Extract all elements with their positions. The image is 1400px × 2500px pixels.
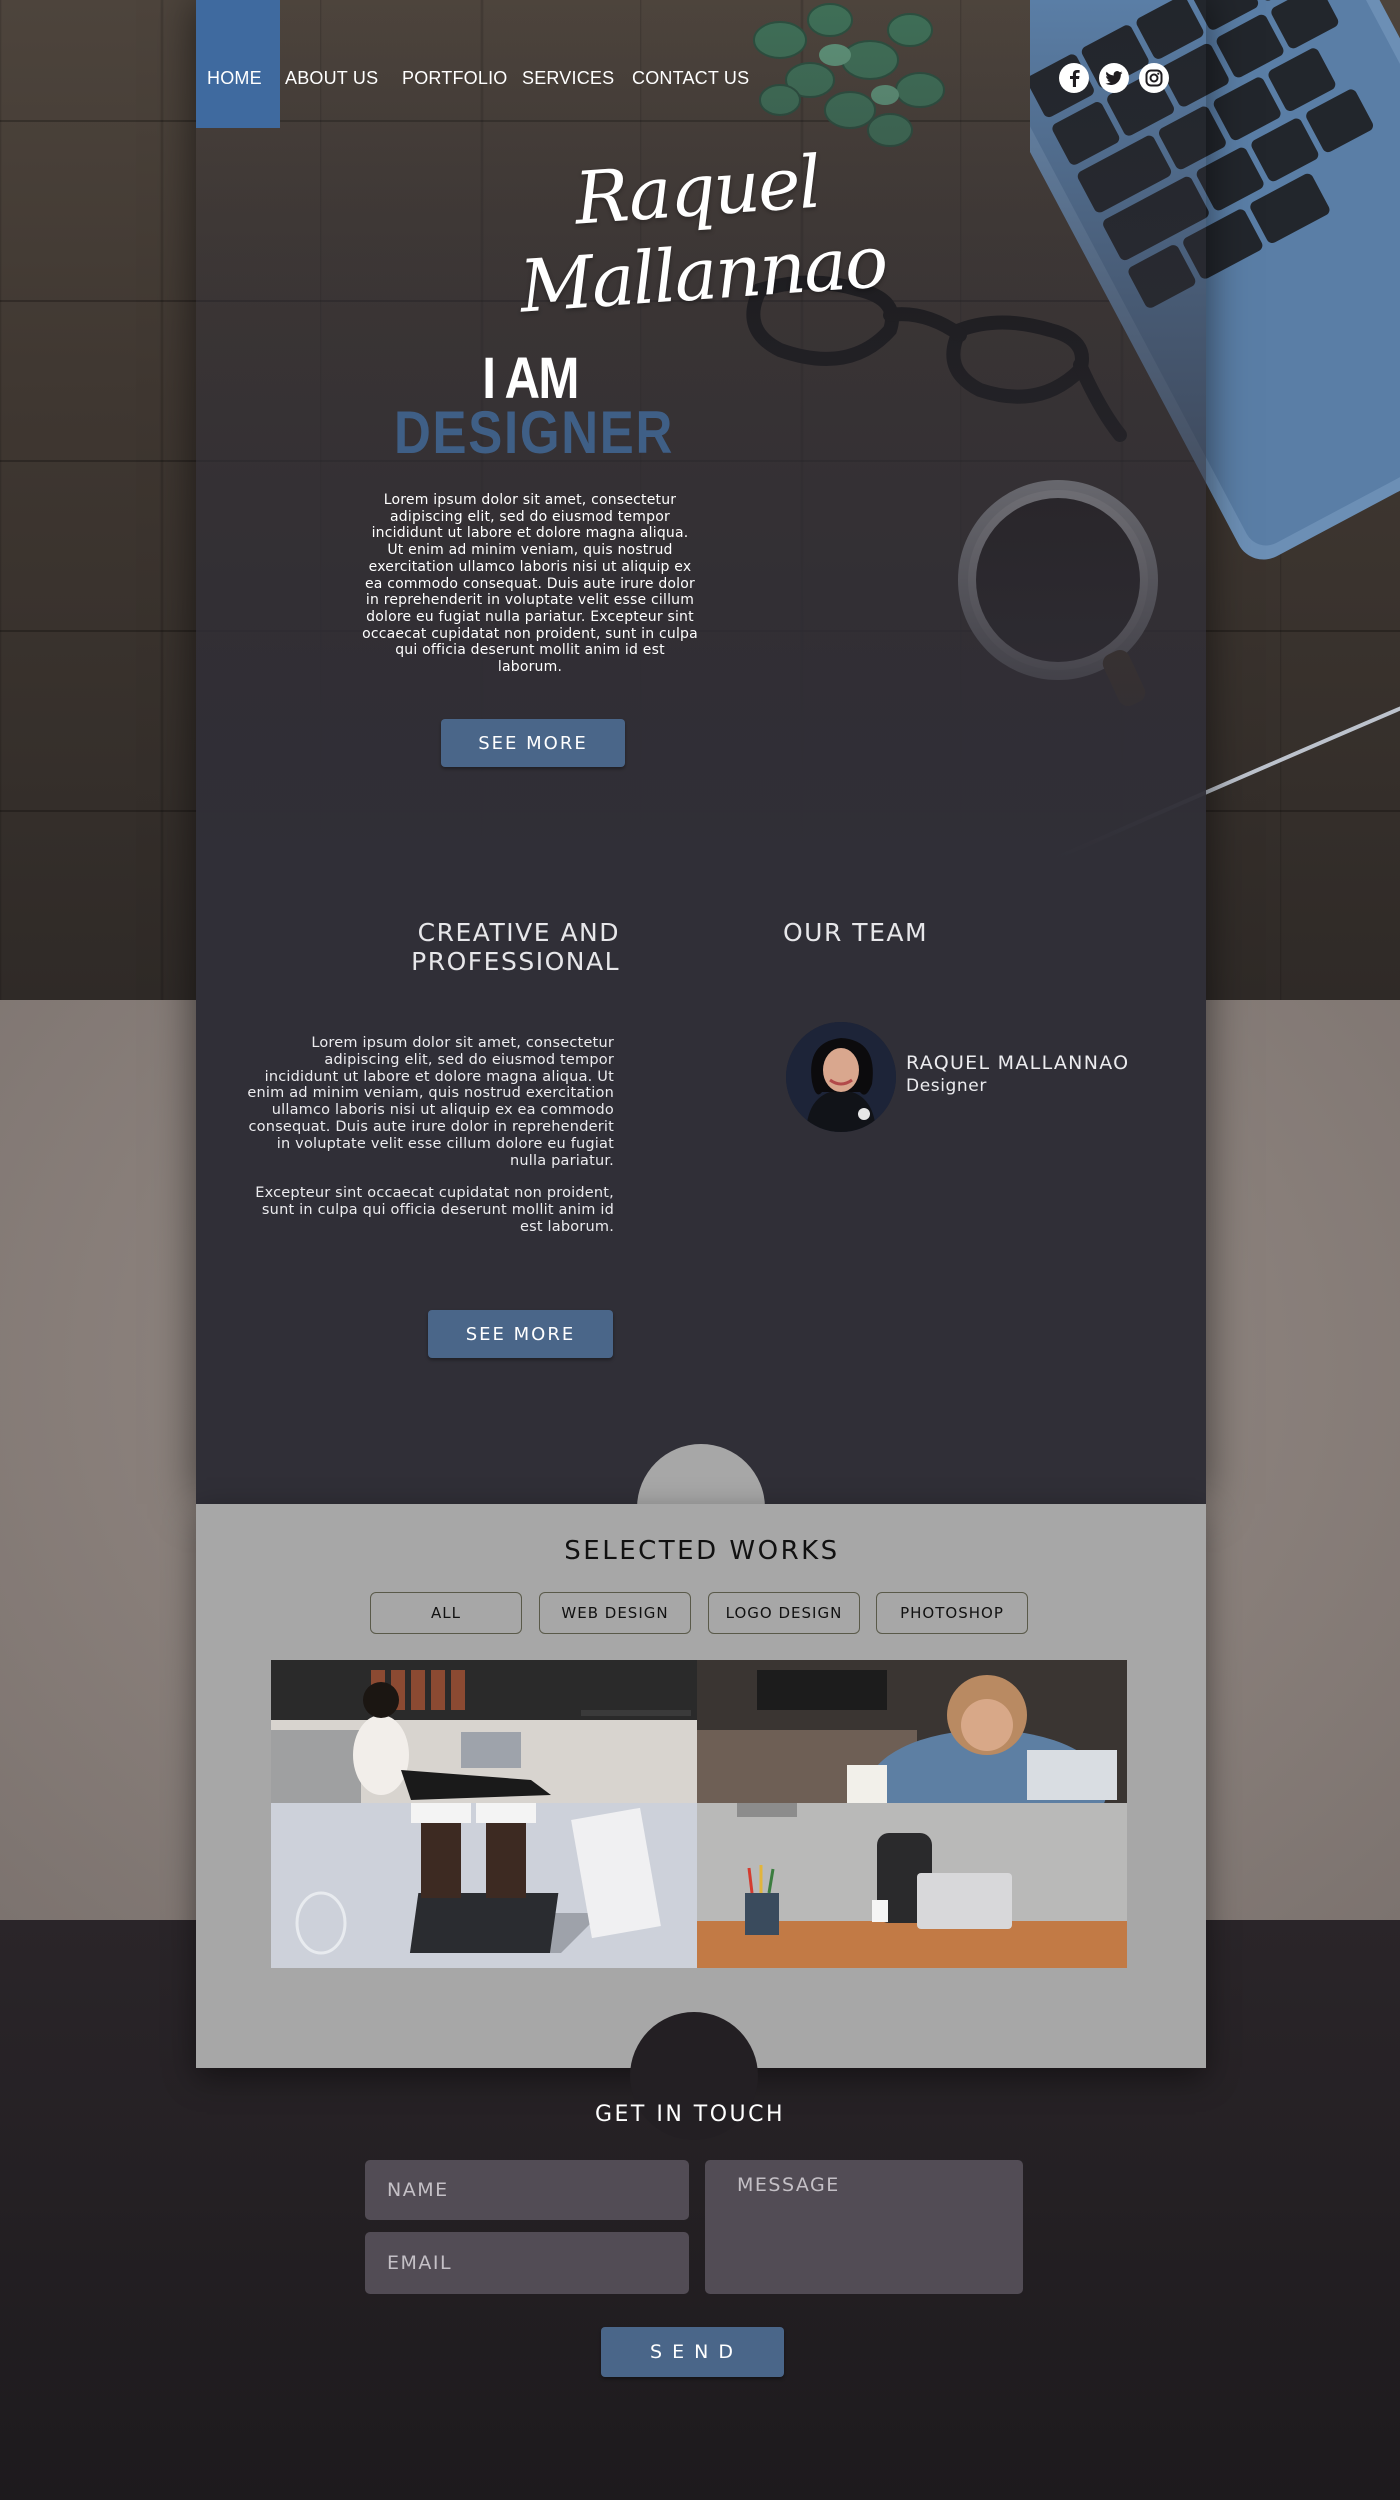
filter-web-design-button[interactable]: WEB DESIGN xyxy=(539,1592,691,1634)
twitter-icon[interactable] xyxy=(1099,63,1129,93)
nav-item-portfolio[interactable]: PORTFOLIO xyxy=(402,68,508,89)
nav-item-home[interactable]: HOME xyxy=(207,68,262,89)
nav-item-services[interactable]: SERVICES xyxy=(522,68,614,89)
creative-paragraph-2: Excepteur sint occaecat cupidatat non pr… xyxy=(255,1185,614,1235)
filter-all-button[interactable]: ALL xyxy=(370,1592,522,1634)
facebook-icon[interactable] xyxy=(1059,63,1089,93)
nav-item-about-us[interactable]: ABOUT US xyxy=(285,68,378,89)
creative-section-title: CREATIVE AND PROFESSIONAL xyxy=(411,918,620,976)
work-thumbnail-1[interactable] xyxy=(271,1660,697,1803)
creative-paragraph-1: Lorem ipsum dolor sit amet, consectetur … xyxy=(247,1035,614,1169)
nav-item-contact-us[interactable]: CONTACT US xyxy=(632,68,749,89)
hero-body-text: Lorem ipsum dolor sit amet, consectetur … xyxy=(362,492,698,676)
filter-logo-design-button[interactable]: LOGO DESIGN xyxy=(708,1592,860,1634)
work-thumbnail-3[interactable] xyxy=(271,1803,697,1968)
avatar[interactable] xyxy=(786,1022,896,1132)
team-section-title: OUR TEAM xyxy=(783,918,929,947)
works-section-title: SELECTED WORKS xyxy=(564,1536,840,1566)
contact-section-title: GET IN TOUCH xyxy=(594,2102,786,2127)
creative-see-more-button[interactable]: SEE MORE xyxy=(428,1310,613,1358)
email-field[interactable] xyxy=(365,2232,689,2294)
creative-section-text: Lorem ipsum dolor sit amet, consectetur … xyxy=(246,1035,614,1252)
message-field[interactable] xyxy=(705,2160,1023,2294)
hero-see-more-button[interactable]: SEE MORE xyxy=(441,719,625,767)
name-field[interactable] xyxy=(365,2160,689,2220)
send-button[interactable]: S E N D xyxy=(601,2327,784,2377)
nav-active-highlight xyxy=(196,0,280,128)
team-member-name: RAQUEL MALLANNAO xyxy=(906,1052,1130,1074)
team-member-role: Designer xyxy=(906,1076,987,1096)
hero-headline-bottom: DESIGNER xyxy=(394,399,674,466)
instagram-icon[interactable] xyxy=(1139,63,1169,93)
work-thumbnail-2[interactable] xyxy=(697,1660,1127,1803)
filter-photoshop-button[interactable]: PHOTOSHOP xyxy=(876,1592,1028,1634)
work-thumbnail-4[interactable] xyxy=(697,1803,1127,1968)
